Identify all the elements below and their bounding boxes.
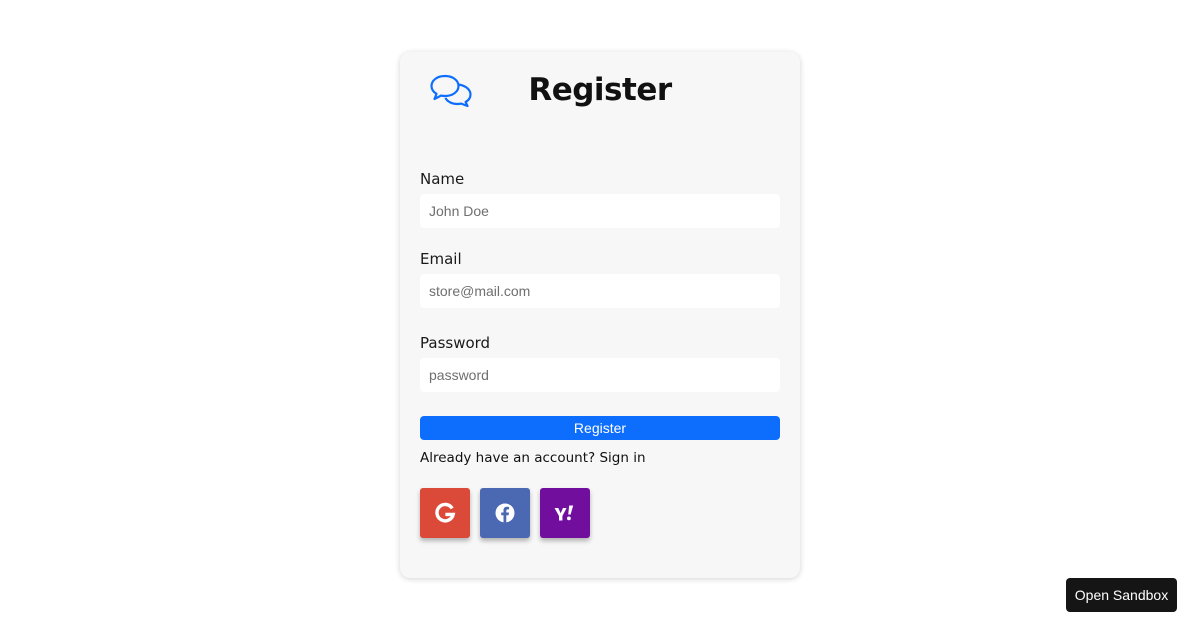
password-label: Password	[420, 334, 491, 352]
yahoo-button[interactable]	[540, 488, 590, 538]
register-button[interactable]: Register	[420, 416, 780, 440]
signin-prompt-text: Already have an account?	[420, 450, 596, 466]
facebook-icon	[495, 503, 515, 523]
name-input[interactable]	[420, 194, 780, 228]
yahoo-icon	[554, 505, 574, 521]
open-sandbox-button[interactable]: Open Sandbox	[1066, 578, 1177, 612]
signin-link[interactable]: Sign in	[599, 450, 645, 466]
password-input[interactable]	[420, 358, 780, 392]
signin-prompt: Already have an account? Sign in	[420, 450, 646, 466]
google-button[interactable]	[420, 488, 470, 538]
page-title: Register	[528, 72, 672, 108]
register-card: Register Name Email Password Register Al…	[400, 52, 800, 578]
facebook-button[interactable]	[480, 488, 530, 538]
email-label: Email	[420, 250, 462, 268]
email-input[interactable]	[420, 274, 780, 308]
name-label: Name	[420, 170, 465, 188]
google-icon	[435, 502, 456, 523]
